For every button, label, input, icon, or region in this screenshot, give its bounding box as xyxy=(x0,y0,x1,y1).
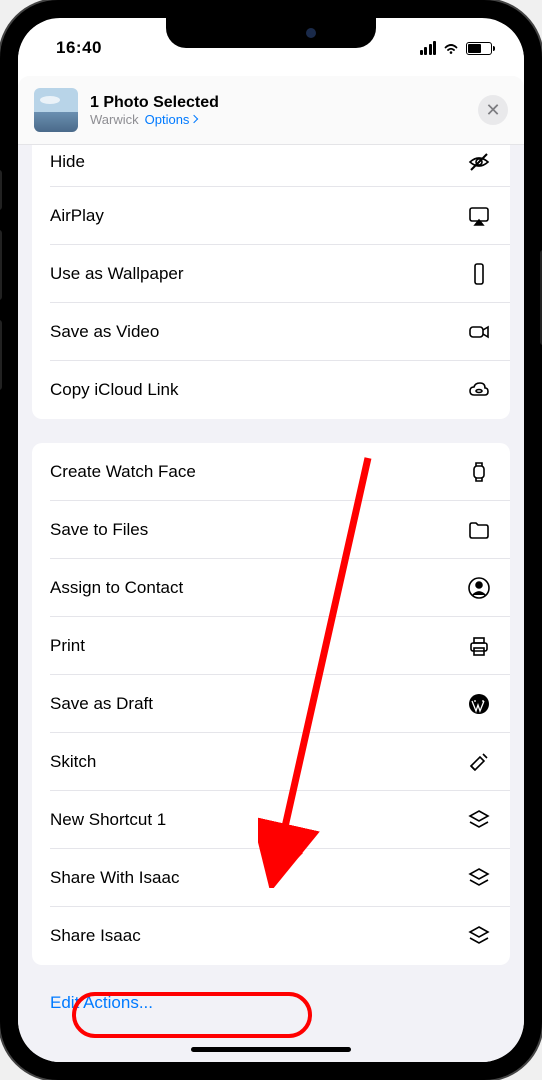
volume-up-button xyxy=(0,230,2,300)
share-sheet: 1 Photo Selected Warwick Options ✕ xyxy=(18,76,524,1062)
photo-thumbnail[interactable] xyxy=(34,88,78,132)
action-share-isaac[interactable]: Share Isaac xyxy=(32,907,510,965)
header-title: 1 Photo Selected xyxy=(90,94,466,112)
sheet-header: 1 Photo Selected Warwick Options ✕ xyxy=(18,76,524,144)
action-wallpaper[interactable]: Use as Wallpaper xyxy=(32,245,510,303)
watch-icon xyxy=(466,459,492,485)
notch xyxy=(166,18,376,48)
layers-icon xyxy=(466,807,492,833)
action-skitch[interactable]: Skitch xyxy=(32,733,510,791)
eye-slash-icon xyxy=(466,149,492,175)
actions-list[interactable]: Hide AirPlay Use as Wallpaper Save as Vi… xyxy=(18,145,524,1062)
options-button[interactable]: Options xyxy=(145,112,198,127)
action-hide[interactable]: Hide xyxy=(32,145,510,187)
close-icon: ✕ xyxy=(485,101,500,119)
wifi-icon xyxy=(442,41,460,55)
status-icons xyxy=(420,41,493,55)
layers-icon xyxy=(466,923,492,949)
action-save-video[interactable]: Save as Video xyxy=(32,303,510,361)
actions-group-2: Create Watch Face Save to Files Assign t… xyxy=(32,443,510,965)
action-assign-contact[interactable]: Assign to Contact xyxy=(32,559,510,617)
printer-icon xyxy=(466,633,492,659)
volume-down-button xyxy=(0,320,2,390)
action-save-draft[interactable]: Save as Draft xyxy=(32,675,510,733)
screen: 16:40 1 Photo Selected Warwick Options xyxy=(18,18,524,1062)
status-time: 16:40 xyxy=(56,38,102,58)
action-shortcut-1[interactable]: New Shortcut 1 xyxy=(32,791,510,849)
header-location: Warwick xyxy=(90,112,139,127)
layers-icon xyxy=(466,865,492,891)
action-share-with-isaac[interactable]: Share With Isaac xyxy=(32,849,510,907)
person-circle-icon xyxy=(466,575,492,601)
action-airplay[interactable]: AirPlay xyxy=(32,187,510,245)
skitch-icon xyxy=(466,749,492,775)
close-button[interactable]: ✕ xyxy=(478,95,508,125)
action-print[interactable]: Print xyxy=(32,617,510,675)
cellular-icon xyxy=(420,41,437,55)
action-icloud-link[interactable]: Copy iCloud Link xyxy=(32,361,510,419)
airplay-icon xyxy=(466,203,492,229)
action-watch-face[interactable]: Create Watch Face xyxy=(32,443,510,501)
edit-actions-button[interactable]: Edit Actions... xyxy=(32,977,510,1029)
mute-switch xyxy=(0,170,2,210)
cloud-link-icon xyxy=(466,377,492,403)
phone-icon xyxy=(466,261,492,287)
actions-group-1: Hide AirPlay Use as Wallpaper Save as Vi… xyxy=(32,145,510,419)
video-icon xyxy=(466,319,492,345)
action-save-files[interactable]: Save to Files xyxy=(32,501,510,559)
battery-icon xyxy=(466,42,492,55)
wordpress-icon xyxy=(466,691,492,717)
home-indicator[interactable] xyxy=(191,1047,351,1052)
folder-icon xyxy=(466,517,492,543)
phone-frame: 16:40 1 Photo Selected Warwick Options xyxy=(0,0,542,1080)
chevron-right-icon xyxy=(190,115,198,123)
